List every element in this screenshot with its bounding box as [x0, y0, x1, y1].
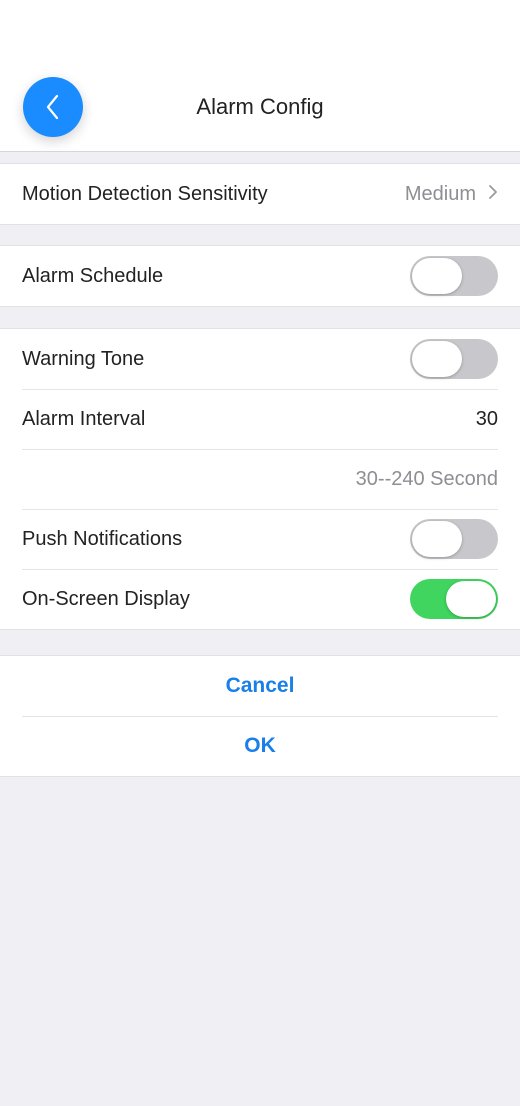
push-notifications-label: Push Notifications [22, 527, 183, 550]
toggle-knob [412, 341, 462, 377]
alarm-interval-row[interactable]: Alarm Interval 30 [0, 389, 520, 449]
ok-button[interactable]: OK [0, 716, 520, 776]
alarm-interval-value[interactable]: 30 [476, 408, 498, 431]
warning-tone-label: Warning Tone [22, 347, 145, 370]
alarm-interval-label: Alarm Interval [22, 407, 146, 430]
alarm-settings-section: Warning Tone Alarm Interval 30 30--240 S… [0, 328, 520, 630]
cancel-button[interactable]: Cancel [0, 656, 520, 716]
interval-hint-row: 30--240 Second [0, 449, 520, 509]
motion-section: Motion Detection Sensitivity Medium [0, 163, 520, 225]
toggle-knob [446, 581, 496, 617]
motion-sensitivity-label: Motion Detection Sensitivity [22, 182, 268, 205]
warning-tone-row: Warning Tone [0, 329, 520, 389]
motion-sensitivity-value: Medium [404, 182, 476, 205]
warning-tone-toggle[interactable] [410, 339, 498, 379]
motion-sensitivity-row[interactable]: Motion Detection Sensitivity Medium [0, 164, 520, 224]
osd-row: On-Screen Display [0, 569, 520, 629]
push-notifications-row: Push Notifications [0, 509, 520, 569]
osd-label: On-Screen Display [22, 587, 190, 610]
toggle-knob [412, 521, 462, 557]
alarm-schedule-label: Alarm Schedule [22, 264, 164, 287]
alarm-schedule-row: Alarm Schedule [0, 246, 520, 306]
interval-range-hint: 30--240 Second [355, 467, 498, 490]
push-notifications-toggle[interactable] [410, 519, 498, 559]
osd-toggle[interactable] [410, 579, 498, 619]
nav-header: Alarm Config [0, 0, 520, 152]
actions-section: Cancel OK [0, 655, 520, 777]
alarm-schedule-toggle[interactable] [410, 256, 498, 296]
schedule-section: Alarm Schedule [0, 245, 520, 307]
chevron-right-icon [488, 183, 498, 206]
toggle-knob [412, 258, 462, 294]
page-title: Alarm Config [196, 94, 324, 119]
